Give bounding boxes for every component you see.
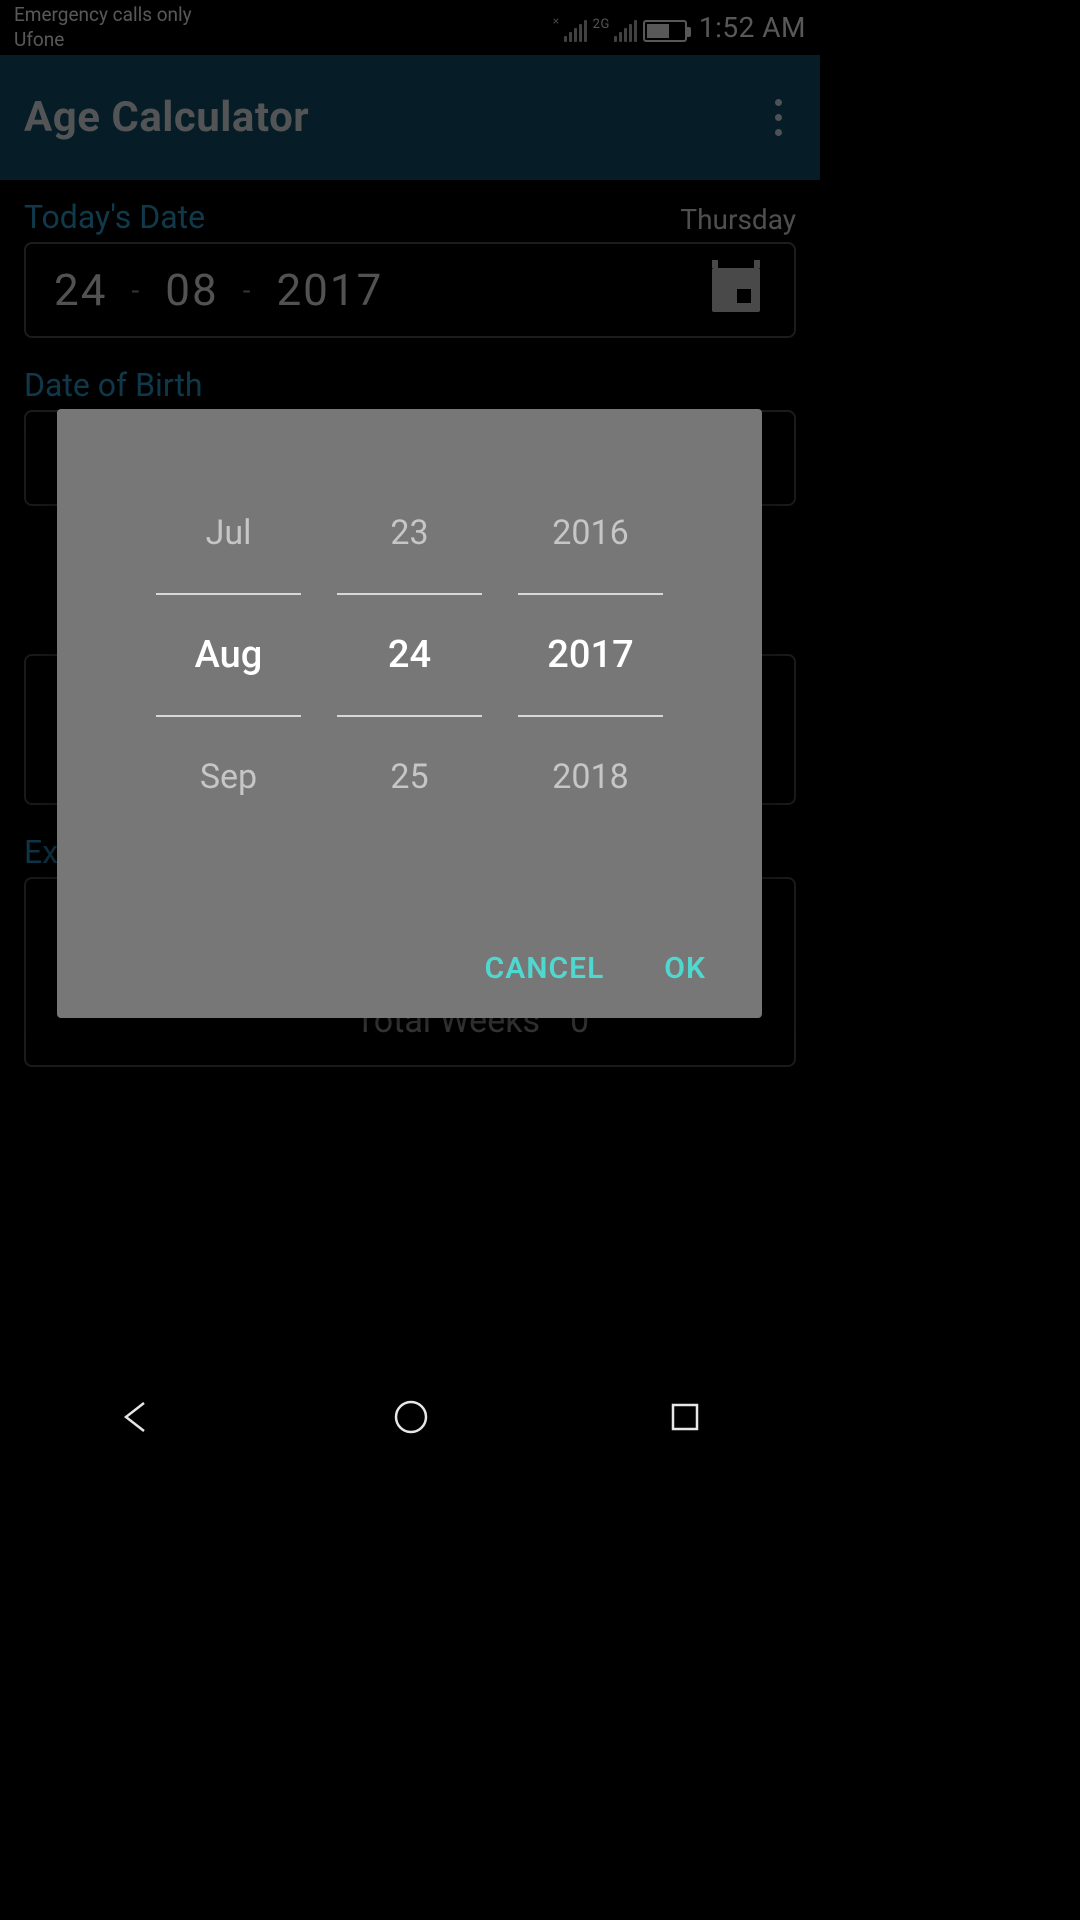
dialog-actions: CANCEL OK (57, 951, 762, 1018)
month-prev[interactable]: Jul (156, 499, 301, 593)
back-icon[interactable] (118, 1399, 154, 1435)
month-wheel[interactable]: Jul Aug Sep (156, 499, 301, 811)
day-wheel[interactable]: 23 24 25 (337, 499, 482, 811)
year-wheel[interactable]: 2016 2017 2018 (518, 499, 663, 811)
recents-icon[interactable] (668, 1400, 702, 1434)
year-next[interactable]: 2018 (518, 717, 663, 811)
ok-button[interactable]: OK (664, 951, 706, 986)
day-selected[interactable]: 24 (337, 593, 482, 717)
system-nav-bar (0, 1378, 820, 1456)
year-selected[interactable]: 2017 (518, 593, 663, 717)
day-next[interactable]: 25 (337, 717, 482, 811)
home-icon[interactable] (391, 1397, 431, 1437)
month-selected[interactable]: Aug (156, 593, 301, 717)
day-prev[interactable]: 23 (337, 499, 482, 593)
month-next[interactable]: Sep (156, 717, 301, 811)
picker-wheels: Jul Aug Sep 23 24 25 2016 2017 2018 (57, 409, 762, 951)
date-picker-dialog: Jul Aug Sep 23 24 25 2016 2017 2018 CANC… (57, 409, 762, 1018)
cancel-button[interactable]: CANCEL (485, 951, 605, 986)
year-prev[interactable]: 2016 (518, 499, 663, 593)
